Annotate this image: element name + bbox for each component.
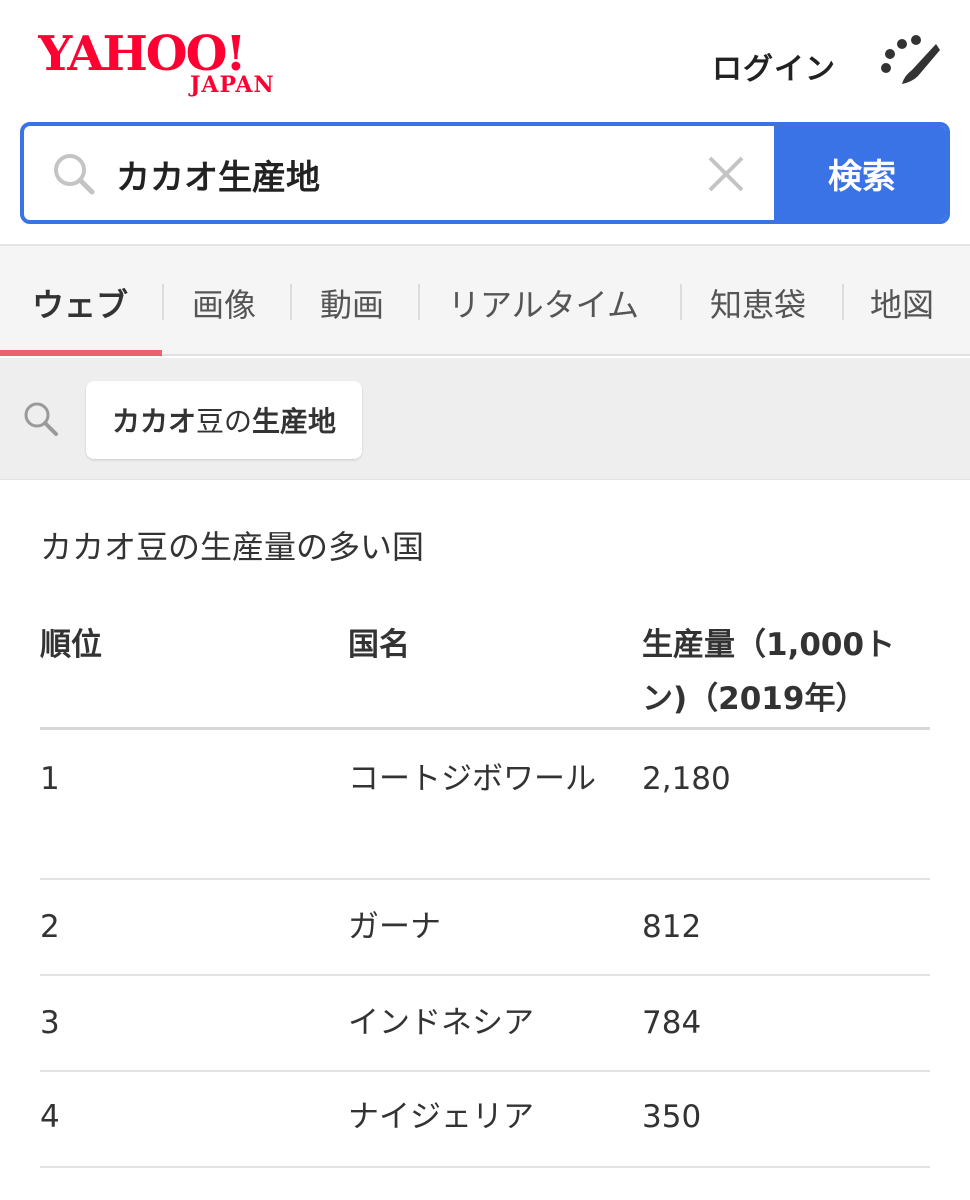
rank-cell: 4: [40, 1099, 60, 1135]
chip-text: 豆の: [196, 405, 253, 438]
rank-cell: 3: [40, 1005, 60, 1041]
country-cell: インドネシア: [348, 1005, 534, 1041]
production-cell: 2,180: [642, 761, 731, 797]
table-row: 3 インドネシア 784: [40, 976, 930, 1072]
country-cell: ナイジェリア: [348, 1099, 534, 1135]
clear-icon[interactable]: [704, 152, 748, 196]
production-table: 順位 国名 生産量（1,000トン)（2019年） 1 コートジボワール 2,1…: [40, 600, 930, 1168]
search-bar: 検索: [20, 122, 950, 224]
chip-bold-text: カカオ: [112, 405, 197, 438]
search-icon: [22, 400, 60, 438]
table-header: 順位 国名 生産量（1,000トン)（2019年）: [40, 600, 930, 730]
answer-title: カカオ豆の生産量の多い国: [40, 528, 425, 566]
rank-cell: 2: [40, 909, 60, 945]
tab-divider: [290, 284, 292, 320]
search-icon: [50, 150, 98, 198]
country-cell: ガーナ: [348, 909, 441, 945]
yahoo-japan-logo[interactable]: YAHOO! JAPAN: [38, 26, 302, 98]
search-button[interactable]: 検索: [774, 126, 946, 220]
table-row: 2 ガーナ 812: [40, 880, 930, 976]
production-cell: 350: [642, 1099, 702, 1135]
production-cell: 784: [642, 1005, 702, 1041]
header-country: 国名: [348, 627, 410, 663]
svg-text:JAPAN: JAPAN: [188, 72, 275, 98]
login-link[interactable]: ログイン: [712, 44, 836, 88]
chip-bold-text: 生産地: [252, 405, 337, 438]
header-production: 生産量（1,000トン)（2019年）: [642, 627, 896, 717]
table-row: 1 コートジボワール 2,180: [40, 730, 930, 880]
tab-videos[interactable]: 動画: [320, 280, 384, 326]
header-rank: 順位: [40, 627, 102, 663]
country-cell: コートジボワール: [348, 761, 596, 797]
tab-images[interactable]: 画像: [192, 280, 256, 326]
tab-divider: [418, 284, 420, 320]
tab-web[interactable]: ウェブ: [32, 280, 128, 326]
paint-brush-icon[interactable]: [876, 34, 942, 86]
table-row: 4 ナイジェリア 350: [40, 1072, 930, 1168]
tab-divider: [680, 284, 682, 320]
tab-divider: [842, 284, 844, 320]
search-input[interactable]: [116, 146, 676, 202]
rank-cell: 1: [40, 761, 60, 797]
production-cell: 812: [642, 909, 702, 945]
related-search-strip: カカオ 豆の 生産地: [0, 358, 970, 480]
related-search-chip[interactable]: カカオ 豆の 生産地: [86, 381, 363, 459]
active-tab-indicator: [0, 350, 162, 356]
tab-chiebukuro[interactable]: 知恵袋: [710, 280, 806, 326]
header: YAHOO! JAPAN ログイン: [0, 0, 970, 120]
search-tabs: ウェブ 画像 動画 リアルタイム 知恵袋 地図: [0, 244, 970, 356]
tab-realtime[interactable]: リアルタイム: [448, 280, 639, 326]
tab-maps[interactable]: 地図: [870, 280, 934, 326]
tab-divider: [162, 284, 164, 320]
